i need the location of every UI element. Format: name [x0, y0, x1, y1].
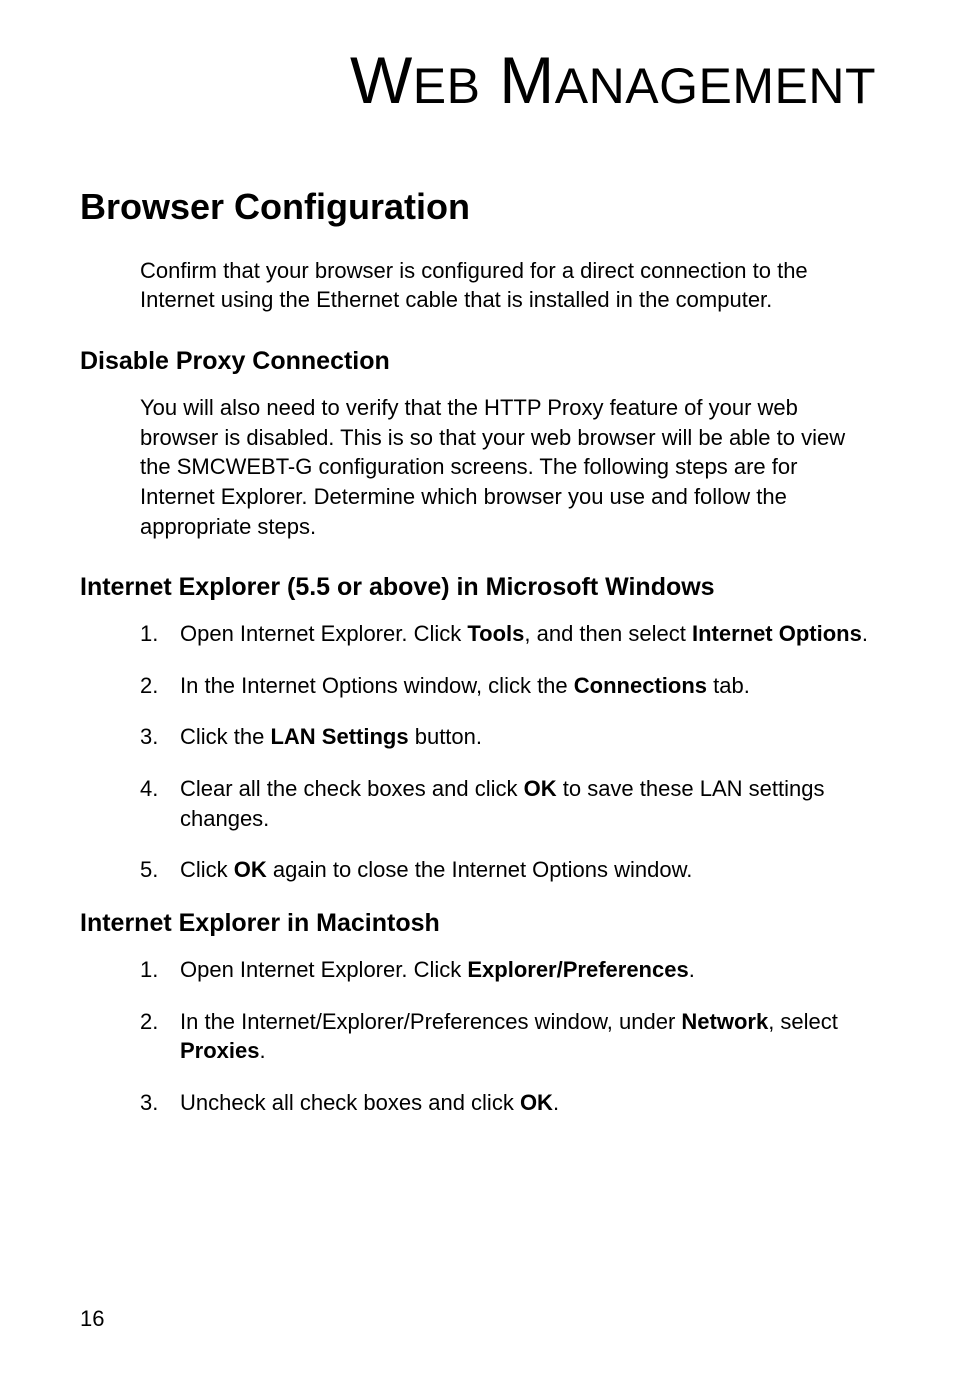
chapter-title-w: W: [350, 43, 413, 117]
bold-ok: OK: [524, 776, 557, 801]
list-item: Uncheck all check boxes and click OK.: [140, 1088, 874, 1118]
bold-lan-settings: LAN Settings: [270, 724, 408, 749]
chapter-title-eb: EB: [413, 58, 481, 114]
list-item: Open Internet Explorer. Click Explorer/P…: [140, 955, 874, 985]
step-text: , and then select: [524, 621, 692, 646]
step-text: .: [689, 957, 695, 982]
list-item: Open Internet Explorer. Click Tools, and…: [140, 619, 874, 649]
step-text: , select: [768, 1009, 838, 1034]
bold-tools: Tools: [467, 621, 524, 646]
section-heading-browser-config: Browser Configuration: [80, 183, 874, 232]
bold-internet-options: Internet Options: [692, 621, 862, 646]
step-text: Click: [180, 857, 234, 882]
subheading-ie-macintosh: Internet Explorer in Macintosh: [80, 907, 874, 941]
step-text: In the Internet/Explorer/Preferences win…: [180, 1009, 681, 1034]
step-text: button.: [409, 724, 482, 749]
bold-explorer-prefs: Explorer/Preferences: [467, 957, 688, 982]
chapter-title-anagement: ANAGEMENT: [555, 58, 876, 114]
chapter-title-m: M: [480, 43, 554, 117]
ie-macintosh-steps: Open Internet Explorer. Click Explorer/P…: [140, 955, 874, 1118]
step-text: .: [260, 1038, 266, 1063]
list-item: Click the LAN Settings button.: [140, 722, 874, 752]
step-text: Click the: [180, 724, 270, 749]
intro-paragraph: Confirm that your browser is configured …: [140, 256, 874, 315]
list-item: In the Internet Options window, click th…: [140, 671, 874, 701]
list-item: Click OK again to close the Internet Opt…: [140, 855, 874, 885]
step-text: Uncheck all check boxes and click: [180, 1090, 520, 1115]
bold-network: Network: [681, 1009, 768, 1034]
step-text: Open Internet Explorer. Click: [180, 957, 467, 982]
page-number: 16: [80, 1304, 104, 1334]
chapter-title: WEB MANAGEMENT: [80, 36, 876, 125]
step-text: again to close the Internet Options wind…: [267, 857, 693, 882]
ie-windows-steps: Open Internet Explorer. Click Tools, and…: [140, 619, 874, 885]
subheading-disable-proxy: Disable Proxy Connection: [80, 345, 874, 379]
step-text: In the Internet Options window, click th…: [180, 673, 574, 698]
step-text: Open Internet Explorer. Click: [180, 621, 467, 646]
list-item: Clear all the check boxes and click OK t…: [140, 774, 874, 833]
bold-ok: OK: [234, 857, 267, 882]
bold-ok: OK: [520, 1090, 553, 1115]
list-item: In the Internet/Explorer/Preferences win…: [140, 1007, 874, 1066]
step-text: .: [553, 1090, 559, 1115]
step-text: Clear all the check boxes and click: [180, 776, 524, 801]
step-text: tab.: [707, 673, 750, 698]
bold-proxies: Proxies: [180, 1038, 260, 1063]
subheading-ie-windows: Internet Explorer (5.5 or above) in Micr…: [80, 571, 874, 605]
step-text: .: [862, 621, 868, 646]
disable-proxy-paragraph: You will also need to verify that the HT…: [140, 393, 874, 541]
bold-connections: Connections: [574, 673, 707, 698]
